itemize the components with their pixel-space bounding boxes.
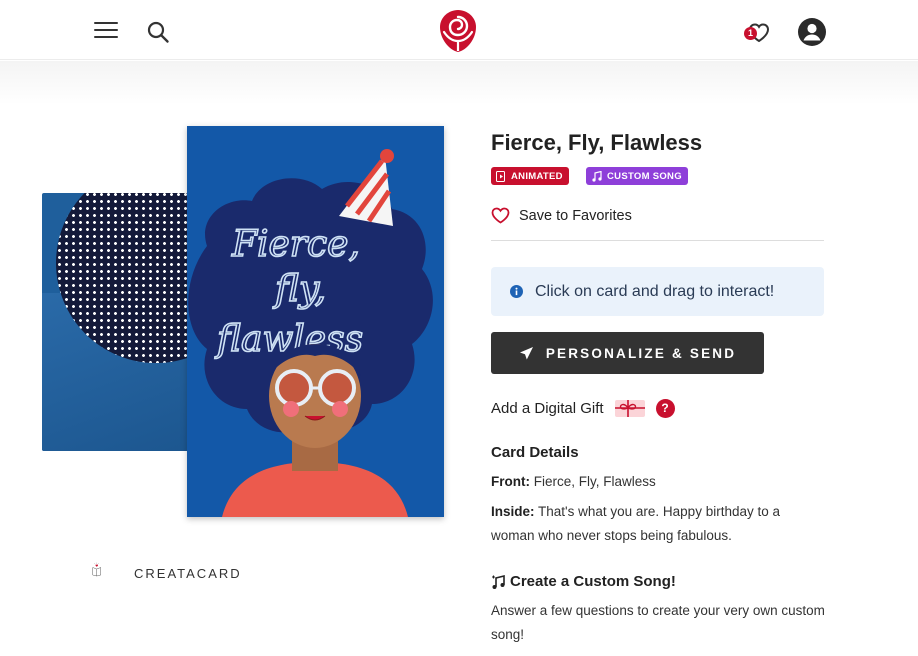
save-to-favorites-label: Save to Favorites — [519, 207, 632, 224]
site-header: 1 — [0, 0, 918, 60]
info-icon — [510, 285, 523, 298]
custom-song-badge-label: CUSTOM SONG — [607, 170, 682, 182]
heart-outline-icon — [491, 207, 510, 224]
inside-label: Inside: — [491, 504, 535, 519]
front-text: Fierce, Fly, Flawless — [533, 474, 656, 489]
custom-song-badge: CUSTOM SONG — [586, 167, 688, 185]
interact-info-text: Click on card and drag to interact! — [535, 282, 775, 300]
animated-badge: ANIMATED — [491, 167, 569, 185]
interact-info-box: Click on card and drag to interact! — [491, 267, 824, 316]
music-note-icon — [592, 170, 602, 182]
digital-gift-row: Add a Digital Gift ? — [491, 398, 675, 418]
rose-logo-icon[interactable] — [437, 8, 479, 54]
card-front-details: Front: Fierce, Fly, Flawless — [491, 470, 826, 494]
card-inside-details: Inside: That's what you are. Happy birth… — [491, 500, 826, 548]
music-notes-icon — [492, 574, 505, 589]
personalize-send-button[interactable]: PERSONALIZE & SEND — [491, 332, 764, 374]
envelope-image — [42, 193, 202, 451]
custom-song-heading: Create a Custom Song! — [510, 573, 676, 590]
custom-song-heading-row: Create a Custom Song! — [491, 573, 676, 590]
user-icon[interactable] — [797, 17, 827, 47]
gift-help-button[interactable]: ? — [655, 398, 675, 418]
card-illustration: Fierce, fly, flawless — [187, 126, 444, 517]
animated-badge-label: ANIMATED — [511, 170, 563, 182]
card-front-image[interactable]: Fierce, fly, flawless — [187, 126, 444, 517]
digital-gift-label: Add a Digital Gift — [491, 399, 604, 417]
gift-card-icon[interactable] — [614, 398, 646, 418]
hamburger-menu-icon[interactable] — [94, 22, 118, 40]
custom-song-text: Answer a few questions to create your ve… — [491, 603, 825, 642]
creatacard-logo-icon — [92, 562, 101, 577]
favorites-count-badge: 1 — [744, 27, 757, 40]
card-details-heading: Card Details — [491, 444, 579, 461]
search-icon[interactable] — [146, 20, 170, 44]
divider — [491, 240, 824, 241]
header-shadow — [0, 61, 918, 105]
animated-icon — [496, 170, 505, 182]
svg-text:Fierce,: Fierce, — [231, 224, 360, 265]
creatacard-brand-label: CREATACARD — [134, 566, 242, 581]
front-label: Front: — [491, 474, 530, 489]
send-icon — [519, 346, 533, 359]
product-title: Fierce, Fly, Flawless — [491, 130, 703, 155]
personalize-send-label: PERSONALIZE & SEND — [545, 345, 737, 361]
save-to-favorites-button[interactable]: Save to Favorites — [491, 207, 632, 224]
svg-text:fly,: fly, — [272, 269, 326, 310]
inside-text: That's what you are. Happy birthday to a… — [491, 504, 780, 543]
